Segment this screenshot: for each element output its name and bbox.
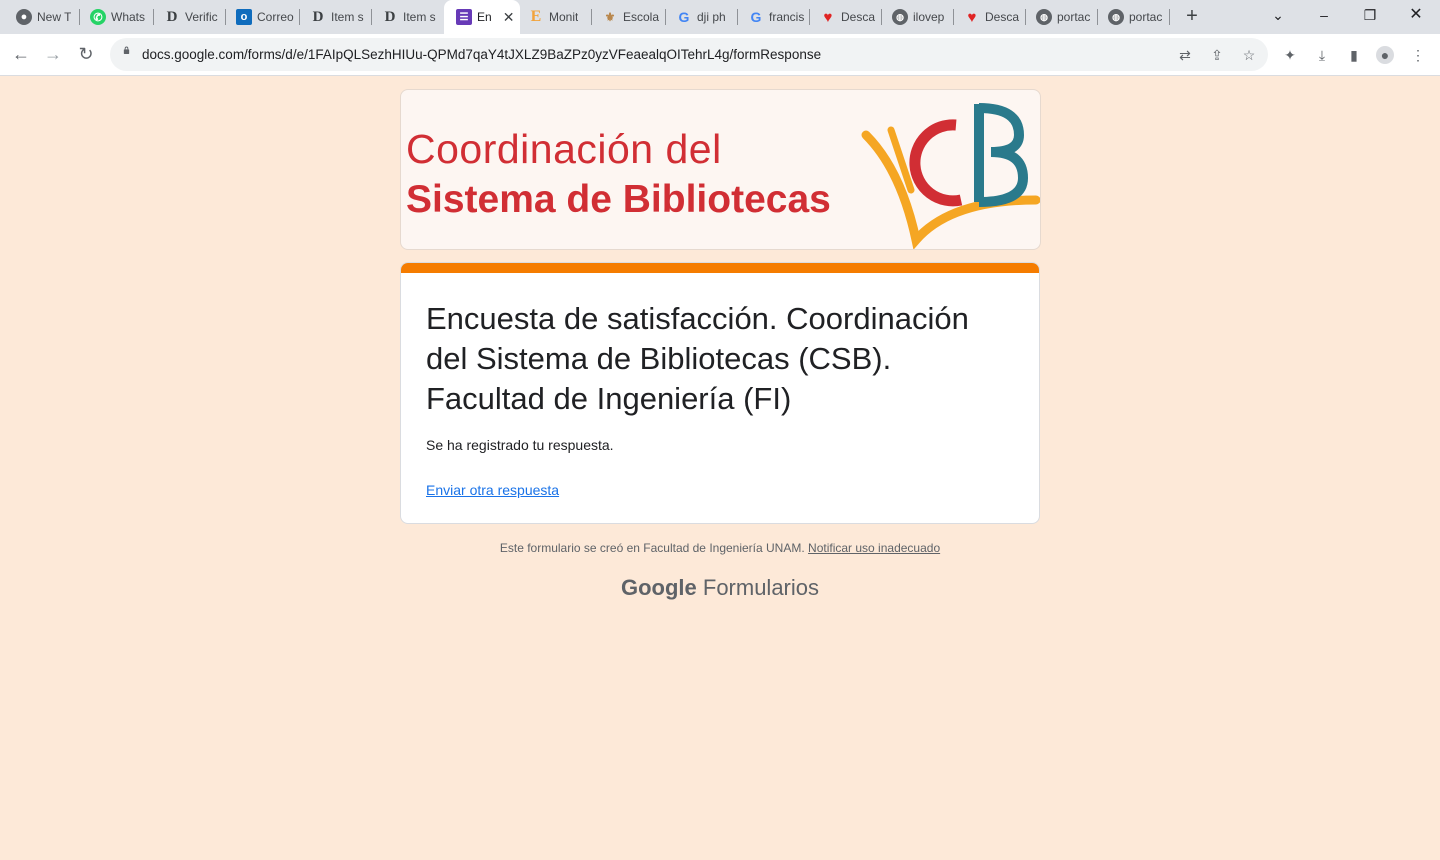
tab[interactable]: ✆ Whats — [78, 5, 154, 29]
banner-line-1: Coordinación del — [406, 126, 722, 172]
download-icon[interactable]: ⤓ — [1313, 46, 1331, 64]
tab[interactable]: ⚜ Escola — [590, 5, 666, 29]
d-logo-icon: D — [312, 8, 324, 25]
tab-title: Whats — [111, 10, 146, 24]
tab[interactable]: o Correo — [224, 5, 300, 29]
unam-icon: ⚜ — [604, 10, 616, 24]
tab[interactable]: ● New T — [4, 5, 80, 29]
response-card: Encuesta de satisfacción. Coordinación d… — [400, 262, 1040, 524]
form-footer: Este formulario se creó en Facultad de I… — [400, 541, 1040, 555]
tab-title: portac — [1129, 10, 1163, 24]
google-forms-icon: ☰ — [456, 9, 472, 25]
globe-icon: ◍ — [1036, 9, 1052, 25]
google-icon: G — [750, 9, 762, 25]
lock-icon — [123, 46, 130, 54]
globe-icon: ◍ — [892, 9, 908, 25]
banner-line-2: Sistema de Bibliotecas — [406, 178, 831, 221]
d-logo-icon: D — [166, 8, 178, 25]
tab[interactable]: E Monit — [516, 5, 592, 29]
share-icon[interactable]: ⇪ — [1208, 46, 1226, 64]
tab[interactable]: ◍ ilovep — [880, 5, 954, 29]
e-logo-icon: E — [530, 8, 542, 25]
tab-title: Desca — [985, 10, 1020, 24]
tab[interactable]: ◍ portac — [1096, 5, 1170, 29]
chrome-icon: ● — [16, 9, 32, 25]
minimize-button[interactable]: – — [1312, 6, 1336, 26]
d-logo-icon: D — [384, 8, 396, 25]
tab-title: Monit — [549, 10, 579, 24]
url-text: docs.google.com/forms/d/e/1FAIpQLSezhHIU… — [142, 47, 822, 62]
tab-title: francis — [769, 10, 805, 24]
reload-button[interactable]: ↻ — [75, 44, 97, 66]
heart-icon: ♥ — [823, 8, 833, 26]
extensions-icon[interactable]: ✦ — [1281, 46, 1299, 64]
tab-title: Escola — [623, 10, 660, 24]
profile-avatar-icon[interactable]: ● — [1376, 46, 1394, 64]
google-wordmark: Google — [620, 575, 697, 600]
confirmation-message: Se ha registrado tu respuesta. — [426, 437, 614, 453]
tab-search-icon[interactable]: ⌄ — [1266, 6, 1290, 26]
browser-toolbar: ← → ↻ docs.google.com/forms/d/e/1FAIpQLS… — [0, 34, 1440, 76]
tab-strip: ● New T ✆ Whats D Verific o Correo D Ite… — [0, 0, 1440, 34]
product-name: Formularios — [702, 575, 820, 600]
tab-title: dji ph — [697, 10, 726, 24]
outlook-icon: o — [236, 9, 252, 25]
footer-text: Este formulario se creó en Facultad de I… — [499, 541, 805, 555]
whatsapp-icon: ✆ — [90, 9, 106, 25]
report-abuse-link[interactable]: Notificar uso inadecuado — [808, 541, 940, 555]
tab[interactable]: D Item s — [298, 5, 372, 29]
restore-button[interactable]: ❐ — [1358, 6, 1382, 26]
globe-icon: ◍ — [1108, 9, 1124, 25]
tab[interactable]: G francis — [736, 5, 810, 29]
close-window-button[interactable]: ✕ — [1404, 6, 1428, 26]
tab-title: ilovep — [913, 10, 945, 24]
card-accent-bar — [401, 263, 1039, 273]
tab-active[interactable]: ☰ En ✕ — [444, 0, 520, 34]
tab-title: Correo — [257, 10, 294, 24]
translate-icon[interactable]: ⇄ — [1176, 46, 1194, 64]
tab[interactable]: D Item s — [370, 5, 444, 29]
tab-title: En — [477, 10, 492, 24]
tab[interactable]: ♥ Desca — [808, 5, 882, 29]
csb-logo: CB — [861, 90, 1040, 249]
tab-separator — [1169, 9, 1170, 25]
new-tab-button[interactable]: + — [1182, 6, 1202, 27]
tab-title: Verific — [185, 10, 218, 24]
google-forms-brand[interactable]: Google Formularios — [400, 575, 1040, 601]
bookmark-star-icon[interactable]: ☆ — [1240, 46, 1258, 64]
menu-icon[interactable]: ⋮ — [1409, 46, 1427, 64]
submit-another-response-link[interactable]: Enviar otra respuesta — [426, 482, 559, 498]
tab-title: portac — [1057, 10, 1091, 24]
close-tab-icon[interactable]: ✕ — [503, 9, 515, 26]
back-button[interactable]: ← — [10, 44, 32, 66]
tab[interactable]: ♥ Desca — [952, 5, 1026, 29]
forward-button[interactable]: → — [42, 44, 64, 66]
tab-title: Item s — [403, 10, 436, 24]
tab[interactable]: G dji ph — [664, 5, 738, 29]
google-icon: G — [678, 9, 690, 25]
heart-icon: ♥ — [967, 8, 977, 26]
form-header-banner: Coordinación del Sistema de Bibliotecas … — [400, 89, 1041, 250]
address-bar[interactable]: docs.google.com/forms/d/e/1FAIpQLSezhHIU… — [110, 38, 1268, 71]
side-panel-icon[interactable]: ▮ — [1345, 46, 1363, 64]
logo-text: CB — [861, 90, 863, 91]
form-title: Encuesta de satisfacción. Coordinación d… — [426, 301, 978, 416]
tab-title: Desca — [841, 10, 876, 24]
tab[interactable]: ◍ portac — [1024, 5, 1098, 29]
tab-title: New T — [37, 10, 72, 24]
tab-title: Item s — [331, 10, 364, 24]
tab[interactable]: D Verific — [152, 5, 226, 29]
